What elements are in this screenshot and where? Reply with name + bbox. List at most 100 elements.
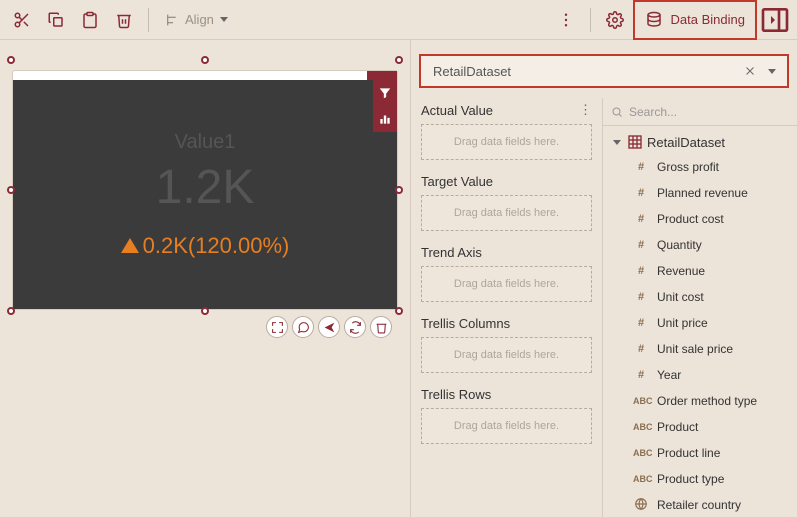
text-type-icon: ABC (633, 396, 649, 406)
bar-chart-icon[interactable] (373, 106, 397, 132)
dropzone-group: Actual Value⋮Drag data fields here. (421, 102, 592, 160)
dropzone-group: Trend Axis Drag data fields here. (421, 245, 592, 302)
field-item[interactable]: #Revenue (603, 258, 797, 284)
widget-delta: 0.2K(120.00%) (121, 233, 290, 259)
widget-delta-text: 0.2K(120.00%) (143, 233, 290, 259)
field-name: Revenue (657, 264, 705, 278)
more-menu-button[interactable] (550, 4, 582, 36)
align-dropdown[interactable]: Align (157, 4, 238, 36)
dropzone-target[interactable]: Drag data fields here. (421, 266, 592, 302)
more-icon[interactable]: ⋮ (579, 102, 592, 118)
field-item[interactable]: # Planned revenue (603, 180, 797, 206)
field-name: Product cost (657, 212, 724, 226)
field-name: Order method type (657, 394, 757, 408)
field-item[interactable]: # Quantity (603, 232, 797, 258)
resize-handle[interactable] (395, 307, 403, 315)
chevron-down-icon (613, 140, 621, 145)
triangle-up-icon (121, 238, 139, 253)
field-item[interactable]: # Unit price (603, 310, 797, 336)
resize-handle[interactable] (395, 186, 403, 194)
delete-widget-button[interactable] (370, 316, 392, 338)
resize-handle[interactable] (395, 56, 403, 64)
panel-toggle-button[interactable] (759, 4, 791, 36)
dropzone-target[interactable]: Drag data fields here. (421, 124, 592, 160)
field-item[interactable]: Retailer country (603, 492, 797, 517)
number-type-icon: # (633, 317, 649, 329)
search-placeholder: Search... (629, 105, 677, 119)
search-input[interactable]: Search... (603, 98, 797, 126)
divider (148, 8, 149, 32)
field-item[interactable]: # Unit sale price (603, 336, 797, 362)
dropzone-target[interactable]: Drag data fields here. (421, 408, 592, 444)
field-item[interactable]: #Year (603, 362, 797, 388)
dropzone-label: Trend Axis (421, 245, 592, 260)
canvas-area[interactable]: Value1 1.2K 0.2K(120.00%) (0, 40, 410, 517)
dataset-selector[interactable]: RetailDataset (419, 54, 789, 88)
dropzone-label: Trellis Rows (421, 387, 592, 402)
field-name: Unit price (657, 316, 708, 330)
search-icon (611, 106, 623, 118)
chevron-down-icon[interactable] (763, 62, 781, 80)
dropzones-panel: Actual Value⋮Drag data fields here.Targe… (411, 98, 603, 517)
paste-button[interactable] (74, 4, 106, 36)
fields-panel: Search... RetailDataset #Gross profit#Pl… (603, 98, 797, 517)
number-type-icon: # (633, 343, 649, 355)
widget-title: Value1 (175, 131, 236, 154)
table-icon (627, 134, 643, 150)
refresh-button[interactable] (344, 316, 366, 338)
filter-icon[interactable] (373, 80, 397, 106)
delete-button[interactable] (108, 4, 140, 36)
resize-handle[interactable] (201, 56, 209, 64)
field-name: Unit sale price (657, 342, 733, 356)
field-name: Year (657, 368, 681, 382)
number-type-icon: # (633, 213, 649, 225)
share-button[interactable] (318, 316, 340, 338)
dropzone-label: Trellis Columns (421, 316, 592, 331)
number-type-icon: # (633, 291, 649, 303)
database-icon (645, 11, 663, 29)
number-type-icon: # (633, 239, 649, 251)
clear-icon[interactable] (741, 62, 759, 80)
dropzone-target[interactable]: Drag data fields here. (421, 337, 592, 373)
kpi-widget[interactable]: Value1 1.2K 0.2K(120.00%) (12, 70, 398, 310)
field-item[interactable]: ABCProduct type (603, 466, 797, 492)
text-type-icon: ABC (633, 448, 649, 458)
dropzone-label: Target Value (421, 174, 592, 189)
globe-type-icon (633, 497, 649, 514)
field-item[interactable]: # Product cost (603, 206, 797, 232)
number-type-icon: # (633, 187, 649, 199)
settings-button[interactable] (599, 4, 631, 36)
align-label: Align (185, 12, 214, 27)
field-item[interactable]: ABC Order method type (603, 388, 797, 414)
field-name: Product line (657, 446, 720, 460)
number-type-icon: # (633, 161, 649, 173)
toolbar: Align Data Binding (0, 0, 797, 40)
dropzone-group: Trellis Rows Drag data fields here. (421, 387, 592, 444)
field-name: Product (657, 420, 698, 434)
data-binding-tab[interactable]: Data Binding (633, 0, 757, 40)
copy-button[interactable] (40, 4, 72, 36)
data-binding-label: Data Binding (671, 12, 745, 27)
comment-button[interactable] (292, 316, 314, 338)
dropzone-group: Trellis Columns Drag data fields here. (421, 316, 592, 373)
field-item[interactable]: #Gross profit (603, 154, 797, 180)
resize-handle[interactable] (7, 56, 15, 64)
resize-handle[interactable] (201, 307, 209, 315)
dropzone-target[interactable]: Drag data fields here. (421, 195, 592, 231)
field-item[interactable]: #Unit cost (603, 284, 797, 310)
field-name: Product type (657, 472, 724, 486)
dropzone-group: Target Value Drag data fields here. (421, 174, 592, 231)
fullscreen-button[interactable] (266, 316, 288, 338)
dataset-root-name: RetailDataset (647, 135, 725, 150)
widget-value: 1.2K (156, 160, 255, 215)
field-name: Quantity (657, 238, 702, 252)
field-name: Planned revenue (657, 186, 748, 200)
resize-handle[interactable] (7, 307, 15, 315)
field-item[interactable]: ABCProduct (603, 414, 797, 440)
field-item[interactable]: ABC Product line (603, 440, 797, 466)
dataset-name: RetailDataset (433, 64, 737, 79)
cut-button[interactable] (6, 4, 38, 36)
field-name: Retailer country (657, 498, 741, 512)
dataset-root[interactable]: RetailDataset (603, 130, 797, 154)
resize-handle[interactable] (7, 186, 15, 194)
